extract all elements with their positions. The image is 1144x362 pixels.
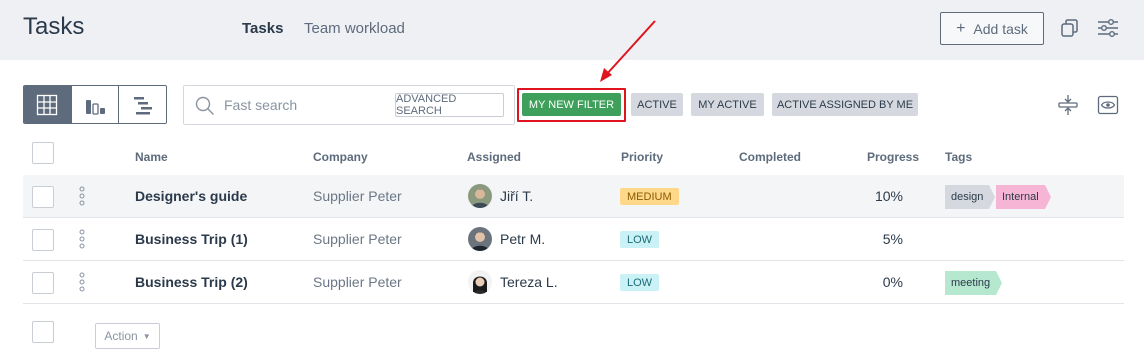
filter-my-new-filter[interactable]: MY NEW FILTER — [522, 93, 621, 116]
table-header: Name Company Assigned Priority Completed… — [0, 140, 1124, 174]
row-menu-icon[interactable] — [79, 186, 85, 206]
task-company: Supplier Peter — [313, 274, 402, 290]
tab-team-workload[interactable]: Team workload — [304, 20, 405, 37]
select-all-checkbox[interactable] — [32, 142, 54, 164]
task-name[interactable]: Designer's guide — [135, 188, 247, 204]
priority-badge: LOW — [620, 274, 660, 291]
priority-badge: MEDIUM — [620, 188, 679, 205]
avatar — [468, 270, 492, 294]
copy-icon[interactable] — [1059, 17, 1081, 39]
plus-icon: + — [956, 19, 966, 37]
row-checkbox[interactable] — [32, 186, 54, 208]
column-priority[interactable]: Priority — [621, 150, 663, 164]
table-row[interactable]: Business Trip (1) Supplier Peter Petr M.… — [23, 218, 1124, 261]
assigned-user[interactable]: Petr M. — [500, 231, 545, 247]
add-task-button[interactable]: + Add task — [940, 12, 1044, 45]
filter-active-assigned-by-me[interactable]: ACTIVE ASSIGNED BY ME — [772, 93, 918, 116]
gantt-view-icon[interactable] — [119, 86, 166, 123]
row-height-icon[interactable] — [1057, 94, 1079, 116]
tag-badge[interactable]: Internal — [996, 185, 1051, 209]
view-toggle-group — [23, 85, 167, 124]
column-progress[interactable]: Progress — [867, 150, 919, 164]
progress-value: 0% — [882, 274, 903, 290]
filter-my-active[interactable]: MY ACTIVE — [691, 93, 764, 116]
task-name[interactable]: Business Trip (2) — [135, 274, 248, 290]
row-menu-icon[interactable] — [79, 229, 85, 249]
avatar — [468, 227, 492, 251]
task-name[interactable]: Business Trip (1) — [135, 231, 248, 247]
search-input[interactable] — [224, 95, 384, 115]
page-title: Tasks — [23, 13, 85, 40]
tag-badge[interactable]: meeting — [945, 271, 1003, 295]
row-menu-icon[interactable] — [79, 272, 85, 292]
task-company: Supplier Peter — [313, 188, 402, 204]
action-label: Action — [104, 329, 138, 343]
chart-view-icon[interactable] — [71, 86, 120, 123]
row-checkbox[interactable] — [32, 229, 54, 251]
column-company[interactable]: Company — [313, 150, 368, 164]
search-icon — [195, 96, 215, 121]
column-completed[interactable]: Completed — [739, 150, 801, 164]
row-checkbox[interactable] — [32, 272, 54, 294]
footer-select-checkbox[interactable] — [32, 321, 54, 343]
tab-tasks[interactable]: Tasks — [242, 20, 283, 37]
assigned-user[interactable]: Tereza L. — [500, 274, 558, 290]
annotation-arrow — [600, 20, 656, 82]
column-tags[interactable]: Tags — [945, 150, 972, 164]
assigned-user[interactable]: Jiří T. — [500, 188, 533, 204]
search-box: ADVANCED SEARCH — [183, 85, 515, 125]
column-name[interactable]: Name — [135, 150, 168, 164]
filter-active[interactable]: ACTIVE — [631, 93, 683, 116]
tag-badge[interactable]: design — [945, 185, 996, 209]
sliders-icon[interactable] — [1097, 17, 1119, 39]
eye-icon[interactable] — [1097, 94, 1119, 116]
progress-value: 5% — [882, 231, 903, 247]
grid-view-icon[interactable] — [24, 86, 72, 123]
table-row[interactable]: Business Trip (2) Supplier Peter Tereza … — [23, 261, 1124, 304]
avatar — [468, 184, 492, 208]
action-dropdown-button[interactable]: Action ▼ — [95, 323, 160, 349]
task-company: Supplier Peter — [313, 231, 402, 247]
top-bar: Tasks Tasks Team workload + Add task — [0, 0, 1144, 60]
progress-value: 10% — [874, 188, 903, 204]
add-task-label: Add task — [973, 20, 1028, 37]
advanced-search-button[interactable]: ADVANCED SEARCH — [395, 93, 504, 117]
table-row[interactable]: Designer's guide Supplier Peter Jiří T. … — [23, 175, 1124, 218]
priority-badge: LOW — [620, 231, 660, 248]
caret-down-icon: ▼ — [142, 331, 151, 341]
column-assigned[interactable]: Assigned — [467, 150, 521, 164]
